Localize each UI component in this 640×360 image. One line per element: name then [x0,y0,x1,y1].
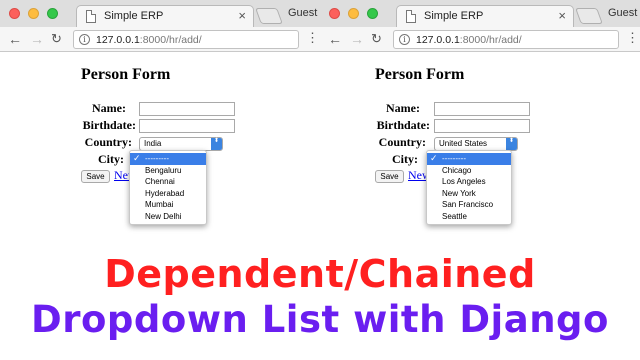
browser-toolbar: ← → ↻ i 127.0.0.1:8000/hr/add/ ⋮ [320,27,640,52]
minimize-window-button[interactable] [348,8,359,19]
reload-icon[interactable]: ↻ [51,31,62,47]
city-option-label: Seattle [442,211,467,221]
city-option-label: Los Angeles [442,177,486,186]
city-label: City: [392,152,418,166]
city-option[interactable]: Chicago [427,165,511,177]
city-option[interactable]: Mumbai [130,199,206,211]
new-tab-button[interactable] [255,8,283,24]
minimize-window-button[interactable] [28,8,39,19]
browser-tab[interactable]: Simple ERP × [396,5,574,27]
new-tab-button[interactable] [575,8,603,24]
select-arrow-icon: ⬍ [211,138,222,150]
save-button[interactable]: Save [375,170,404,183]
birthdate-label: Birthdate: [82,118,136,132]
city-option-label: --------- [145,154,169,163]
back-icon[interactable]: ← [328,31,342,47]
close-window-button[interactable] [329,8,340,19]
city-option-label: Bengaluru [145,165,182,175]
save-button[interactable]: Save [81,170,110,183]
city-option-label: New York [442,188,476,198]
city-option-label: --------- [442,154,466,163]
tab-title: Simple ERP [424,10,484,22]
url-text: 127.0.0.1:8000/hr/add/ [96,34,202,46]
menu-icon[interactable]: ⋮ [626,31,639,45]
name-field[interactable] [139,102,235,116]
forward-icon[interactable]: → [30,31,44,47]
url-host: 127.0.0.1 [416,34,460,46]
name-field[interactable] [434,102,530,116]
profile-label[interactable]: Guest [288,7,317,19]
country-label: Country: [84,135,132,149]
tab-title: Simple ERP [104,10,164,22]
city-option[interactable]: New Delhi [130,211,206,223]
maximize-window-button[interactable] [47,8,58,19]
title-bar: Simple ERP × Guest [0,0,320,27]
url-path: :8000/hr/add/ [459,34,522,46]
country-select[interactable]: United States ⬍ [434,137,518,151]
country-select-value: United States [439,139,488,148]
city-option[interactable]: ✓ --------- [427,153,511,165]
caption-line-2: Dropdown List with Django [31,298,609,341]
city-option-label: Chennai [145,177,175,186]
address-bar[interactable]: i 127.0.0.1:8000/hr/add/ [73,30,299,49]
menu-icon[interactable]: ⋮ [306,31,319,45]
browser-tab[interactable]: Simple ERP × [76,5,254,27]
city-option-label: New Delhi [145,211,182,221]
browser-toolbar: ← → ↻ i 127.0.0.1:8000/hr/add/ ⋮ [0,27,320,52]
city-dropdown[interactable]: ✓ --------- Chicago Los Angeles New York … [426,150,512,225]
caption-line-1: Dependent/Chained [104,252,536,296]
url-text: 127.0.0.1:8000/hr/add/ [416,34,522,46]
city-option[interactable]: New York [427,188,511,200]
back-icon[interactable]: ← [8,31,22,47]
city-option[interactable]: Chennai [130,176,206,188]
page-title: Person Form [81,66,171,83]
country-select-value: India [144,139,162,148]
maximize-window-button[interactable] [367,8,378,19]
birthdate-label: Birthdate: [376,118,430,132]
forward-icon[interactable]: → [350,31,364,47]
country-select[interactable]: India ⬍ [139,137,223,151]
city-option[interactable]: San Francisco [427,199,511,211]
url-path: :8000/hr/add/ [139,34,202,46]
tab-close-icon[interactable]: × [238,9,246,23]
profile-label[interactable]: Guest [608,7,637,19]
title-bar: Simple ERP × Guest [320,0,640,27]
city-option[interactable]: Seattle [427,211,511,223]
city-option-label: Hyderabad [145,188,185,198]
check-icon: ✓ [430,153,438,163]
city-option[interactable]: Hyderabad [130,188,206,200]
browser-window-india: Simple ERP × Guest ← → ↻ i 127.0.0.1:800… [0,0,320,245]
select-arrow-icon: ⬍ [506,138,517,150]
page-icon [86,10,96,23]
birthdate-field[interactable] [139,119,235,133]
tab-close-icon[interactable]: × [558,9,566,23]
url-host: 127.0.0.1 [96,34,140,46]
city-option[interactable]: Los Angeles [427,176,511,188]
country-label: Country: [378,135,426,149]
city-label: City: [98,152,124,166]
city-option[interactable]: Bengaluru [130,165,206,177]
info-icon[interactable]: i [399,34,410,45]
info-icon[interactable]: i [79,34,90,45]
city-option-label: Mumbai [145,200,174,209]
page-icon [406,10,416,23]
page-title: Person Form [375,66,465,83]
birthdate-field[interactable] [434,119,530,133]
city-option-label: San Francisco [442,200,494,209]
name-label: Name: [92,101,126,115]
city-dropdown[interactable]: ✓ --------- Bengaluru Chennai Hyderabad M… [129,150,207,225]
city-option[interactable]: ✓ --------- [130,153,206,165]
name-label: Name: [386,101,420,115]
page-content: Person Form Name: Birthdate: Country: In… [0,52,320,245]
reload-icon[interactable]: ↻ [371,31,382,47]
close-window-button[interactable] [9,8,20,19]
browser-window-usa: Simple ERP × Guest ← → ↻ i 127.0.0.1:800… [320,0,640,245]
address-bar[interactable]: i 127.0.0.1:8000/hr/add/ [393,30,619,49]
page-content: Person Form Name: Birthdate: Country: Un… [320,52,640,245]
check-icon: ✓ [133,153,141,163]
city-option-label: Chicago [442,165,472,175]
